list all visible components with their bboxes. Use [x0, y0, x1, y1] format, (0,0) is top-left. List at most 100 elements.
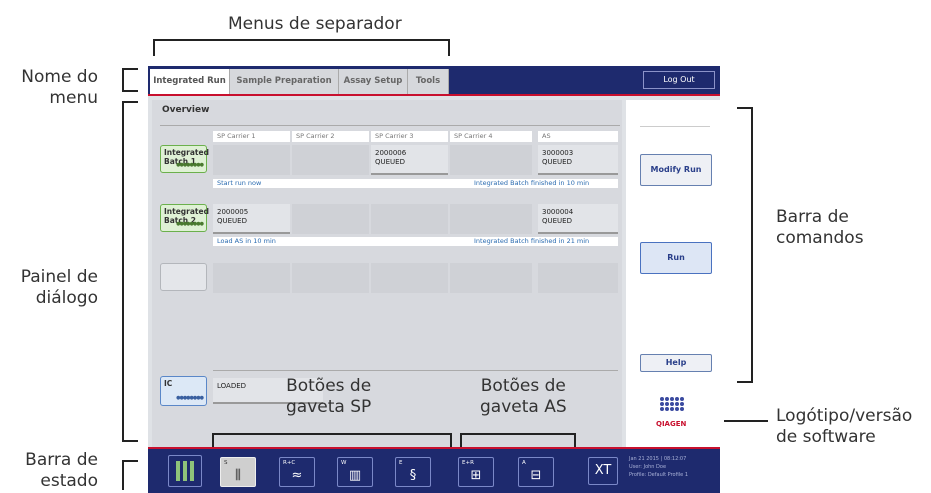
as-drawer-a-button[interactable]: A ⊟: [518, 457, 554, 487]
batch-1-dots: ●●●●●●●●: [176, 162, 204, 168]
batch-2-sp2-slot[interactable]: [292, 204, 369, 234]
status-datetime: Jan 21 2015 | 08:12:07: [629, 456, 687, 462]
callout-menu-name-line2: menu: [49, 88, 98, 108]
batch-1-as-slot[interactable]: 3000003 QUEUED: [538, 145, 618, 175]
status-profile-label: Profile:: [629, 472, 647, 478]
tab-tools[interactable]: Tools: [408, 69, 449, 94]
batch-3-sp1-slot[interactable]: [213, 263, 290, 293]
sp-drawer-rc-label: R+C: [283, 460, 296, 466]
header-sp-carrier-2: SP Carrier 2: [292, 131, 369, 142]
batch-2-as-slot[interactable]: 3000004 QUEUED: [538, 204, 618, 234]
header-as: AS: [538, 131, 618, 142]
batch-3-as-slot[interactable]: [538, 263, 618, 293]
batch-2-sp3-slot[interactable]: [371, 204, 448, 234]
status-info: Jan 21 2015 | 08:12:07 User: John Doe Pr…: [629, 455, 688, 479]
batch-2-button[interactable]: Integrated Batch 2 ●●●●●●●●: [160, 204, 209, 232]
batch-1-sp3-status: QUEUED: [375, 158, 405, 166]
sample-rack-icon: ⫼: [235, 468, 241, 483]
bracket-menu-v: [122, 68, 124, 91]
callout-as-drawer-line2: gaveta AS: [480, 397, 567, 417]
batch-1-sp3-slot[interactable]: 2000006 QUEUED: [371, 145, 448, 175]
batch-1-start-info: Start run now: [213, 179, 470, 188]
status-profile: Default Profile 1: [647, 472, 689, 478]
status-bar: S ⫼ R+C ≈ W ▥ E § E+R ⊞ A ⊟ XT Jan 21 20…: [148, 447, 720, 493]
batch-3-button[interactable]: [160, 263, 207, 291]
bracket-sp-h: [212, 433, 452, 435]
batch-3-sp4-slot[interactable]: [450, 263, 532, 293]
bracket-tabs-l: [153, 39, 155, 56]
batch-2-as-id: 3000004: [542, 208, 574, 216]
help-button[interactable]: Help: [640, 354, 712, 372]
tab-assay-setup[interactable]: Assay Setup: [339, 69, 408, 94]
assay-icon: ⊟: [530, 468, 542, 483]
logout-button[interactable]: Log Out: [643, 71, 715, 89]
sp-drawer-e-label: E: [399, 460, 403, 466]
batch-2-sp4-slot[interactable]: [450, 204, 532, 234]
tab-sample-preparation[interactable]: Sample Preparation: [230, 69, 339, 94]
command-divider: [640, 126, 710, 127]
callout-dialog-panel-line1: Painel de: [20, 267, 98, 287]
callout-logo-version: Logótipo/versão de software: [776, 406, 912, 448]
callout-status-bar-line2: estado: [40, 471, 98, 491]
callout-dialog-panel: Painel de diálogo: [10, 267, 98, 309]
batch-1-as-status: QUEUED: [542, 158, 572, 166]
callout-command-bar-line1: Barra de: [776, 207, 849, 227]
header-sp-carrier-3: SP Carrier 3: [371, 131, 448, 142]
bracket-dialog-b: [122, 440, 138, 442]
bracket-tabs-h: [153, 39, 450, 41]
sp-drawer-rc-button[interactable]: R+C ≈: [279, 457, 315, 487]
overview-divider: [160, 125, 620, 126]
batch-1-sp4-slot[interactable]: [450, 145, 532, 175]
bracket-as-h: [460, 433, 576, 435]
batch-2-as-status: QUEUED: [542, 217, 572, 225]
tab-integrated-run[interactable]: Integrated Run: [150, 69, 230, 94]
status-user-label: User:: [629, 464, 642, 470]
sp-drawer-w-label: W: [341, 460, 347, 466]
batch-3-sp2-slot[interactable]: [292, 263, 369, 293]
xt-tools-icon: XT: [594, 463, 612, 478]
bracket-cmd-t: [737, 107, 753, 109]
home-button[interactable]: [168, 455, 202, 487]
eluate-reagent-icon: ⊞: [470, 468, 482, 483]
callout-status-bar-line1: Barra de: [25, 450, 98, 470]
bracket-sp-r: [450, 433, 452, 447]
bracket-cmd-b: [737, 381, 753, 383]
batch-1-finish-info: Integrated Batch finished in 10 min: [470, 179, 618, 188]
batch-2-finish-info: Integrated Batch finished in 21 min: [470, 237, 618, 246]
callout-tab-menus: Menus de separador: [228, 14, 402, 34]
modify-run-button[interactable]: Modify Run: [640, 154, 712, 186]
batch-1-sp1-slot[interactable]: [213, 145, 290, 175]
sp-drawer-e-button[interactable]: E §: [395, 457, 431, 487]
tools-button[interactable]: XT: [588, 457, 618, 485]
sp-drawer-s-button[interactable]: S ⫼: [220, 457, 256, 487]
as-drawer-er-button[interactable]: E+R ⊞: [458, 457, 494, 487]
callout-command-bar: Barra de comandos: [776, 207, 864, 249]
logo-pointer-line: [724, 420, 768, 422]
waste-bin-icon: ▥: [348, 468, 362, 483]
batch-1-label-line1: Integrated: [164, 148, 209, 157]
ic-button[interactable]: IC ●●●●●●●●: [160, 376, 207, 406]
bracket-sp-l: [212, 433, 214, 447]
batch-1-sp2-slot[interactable]: [292, 145, 369, 175]
command-bar: Modify Run Run Help QIAGEN: [626, 100, 720, 472]
callout-dialog-panel-line2: diálogo: [35, 288, 98, 308]
eluate-icon: §: [409, 468, 417, 483]
bracket-menu-b: [122, 90, 138, 92]
batch-2-sp1-id: 2000005: [217, 208, 249, 216]
run-button[interactable]: Run: [640, 242, 712, 274]
status-user-row: User: John Doe: [629, 463, 688, 471]
batch-2-start-info: Load AS in 10 min: [213, 237, 470, 246]
bracket-status-v: [122, 460, 124, 490]
batch-1-button[interactable]: Integrated Batch 1 ●●●●●●●●: [160, 145, 209, 173]
qiagen-logo-text: QIAGEN: [656, 420, 687, 428]
sp-drawer-w-button[interactable]: W ▥: [337, 457, 373, 487]
app-window: Integrated Run Sample Preparation Assay …: [148, 66, 720, 493]
callout-sp-drawer-line2: gaveta SP: [286, 397, 372, 417]
ic-label: IC: [164, 379, 173, 388]
batch-2-sp1-slot[interactable]: 2000005 QUEUED: [213, 204, 290, 234]
batch-3-sp3-slot[interactable]: [371, 263, 448, 293]
bracket-cmd-v: [751, 107, 753, 383]
bracket-tabs-r: [448, 39, 450, 56]
header-sp-carrier-4: SP Carrier 4: [450, 131, 532, 142]
header-sp-carrier-1: SP Carrier 1: [213, 131, 290, 142]
